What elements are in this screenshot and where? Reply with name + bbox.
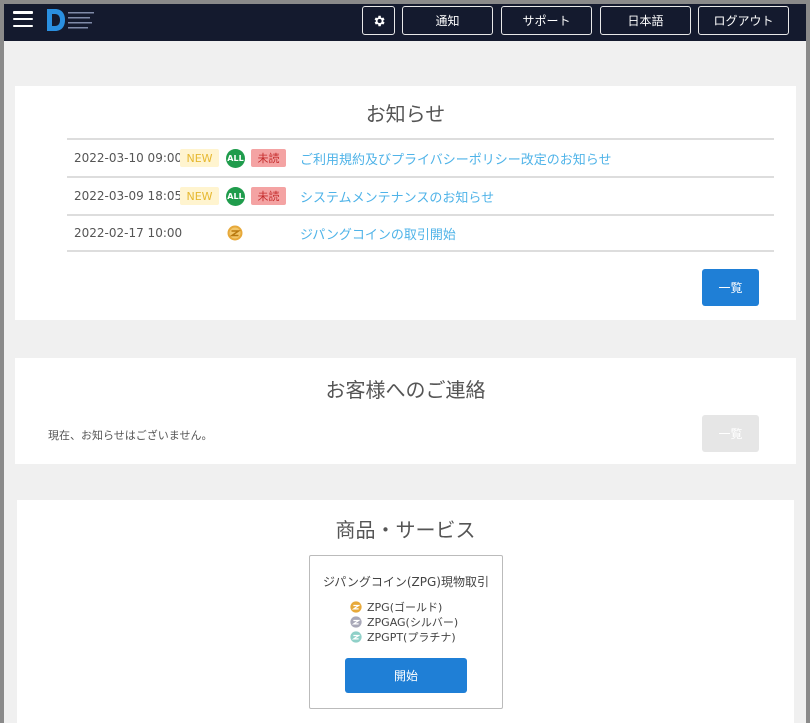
language-button[interactable]: 日本語 <box>600 6 691 35</box>
logout-button[interactable]: ログアウト <box>698 6 789 35</box>
unread-badge: 未読 <box>251 187 286 205</box>
notice-link[interactable]: ご利用規約及びプライバシーポリシー改定のお知らせ <box>300 149 611 168</box>
zipang-coin-icon <box>227 225 243 241</box>
settings-button[interactable] <box>362 6 395 35</box>
product-item: ZPG(ゴールド) <box>350 599 442 615</box>
notices-list-button[interactable]: 一覧 <box>702 269 759 306</box>
new-badge: NEW <box>180 149 219 167</box>
notices-title: お知らせ <box>365 102 446 126</box>
zpgpt-platinum-icon <box>350 631 362 643</box>
notice-link[interactable]: ジパングコインの取引開始 <box>300 224 456 243</box>
zpgag-silver-icon <box>350 616 362 628</box>
product-item: ZPGPT(プラチナ) <box>350 629 456 645</box>
start-button[interactable]: 開始 <box>345 658 467 693</box>
notice-row: 2022-03-09 18:05 NEW ALL 未読 システムメンテナンスのお… <box>67 176 774 214</box>
products-card: 商品・サービス ジパングコイン(ZPG)現物取引 ZPG(ゴールド) ZPGAG… <box>17 500 794 723</box>
product-card-title: ジパングコイン(ZPG)現物取引 <box>322 575 489 589</box>
support-button[interactable]: サポート <box>501 6 592 35</box>
contact-list-button: 一覧 <box>702 415 759 452</box>
notice-date: 2022-03-10 09:00 <box>74 151 183 165</box>
zpg-gold-icon <box>350 601 362 613</box>
notices-card: お知らせ 2022-03-10 09:00 NEW ALL 未読 ご利用規約及び… <box>15 86 796 320</box>
product-item: ZPGAG(シルバー) <box>350 614 458 630</box>
notifications-button[interactable]: 通知 <box>402 6 493 35</box>
brand-logo[interactable] <box>45 7 97 33</box>
product-card-zpg: ジパングコイン(ZPG)現物取引 ZPG(ゴールド) ZPGAG(シルバー) Z… <box>309 555 503 709</box>
notice-date: 2022-03-09 18:05 <box>74 189 183 203</box>
product-item-label: ZPG(ゴールド) <box>367 601 443 614</box>
notice-row: 2022-02-17 10:00 ジパングコインの取引開始 <box>67 214 774 252</box>
products-title: 商品・サービス <box>335 518 476 542</box>
notice-link[interactable]: システムメンテナンスのお知らせ <box>300 187 494 206</box>
all-badge: ALL <box>226 148 245 168</box>
notice-list: 2022-03-10 09:00 NEW ALL 未読 ご利用規約及びプライバシ… <box>67 138 774 252</box>
top-navigation-bar: 通知 サポート 日本語 ログアウト <box>0 0 810 41</box>
notice-row: 2022-03-10 09:00 NEW ALL 未読 ご利用規約及びプライバシ… <box>67 138 774 176</box>
product-item-label: ZPGAG(シルバー) <box>367 616 459 629</box>
product-item-label: ZPGPT(プラチナ) <box>367 631 456 644</box>
gear-icon <box>374 15 385 26</box>
customer-contact-card: お客様へのご連絡 現在、お知らせはございません。 一覧 <box>15 358 796 464</box>
empty-message: 現在、お知らせはございません。 <box>48 429 213 442</box>
contact-title: お客様へのご連絡 <box>325 378 486 402</box>
hamburger-menu-icon[interactable] <box>13 11 33 27</box>
new-badge: NEW <box>180 187 219 205</box>
unread-badge: 未読 <box>251 149 286 167</box>
notice-date: 2022-02-17 10:00 <box>74 226 183 240</box>
all-badge: ALL <box>226 186 245 206</box>
